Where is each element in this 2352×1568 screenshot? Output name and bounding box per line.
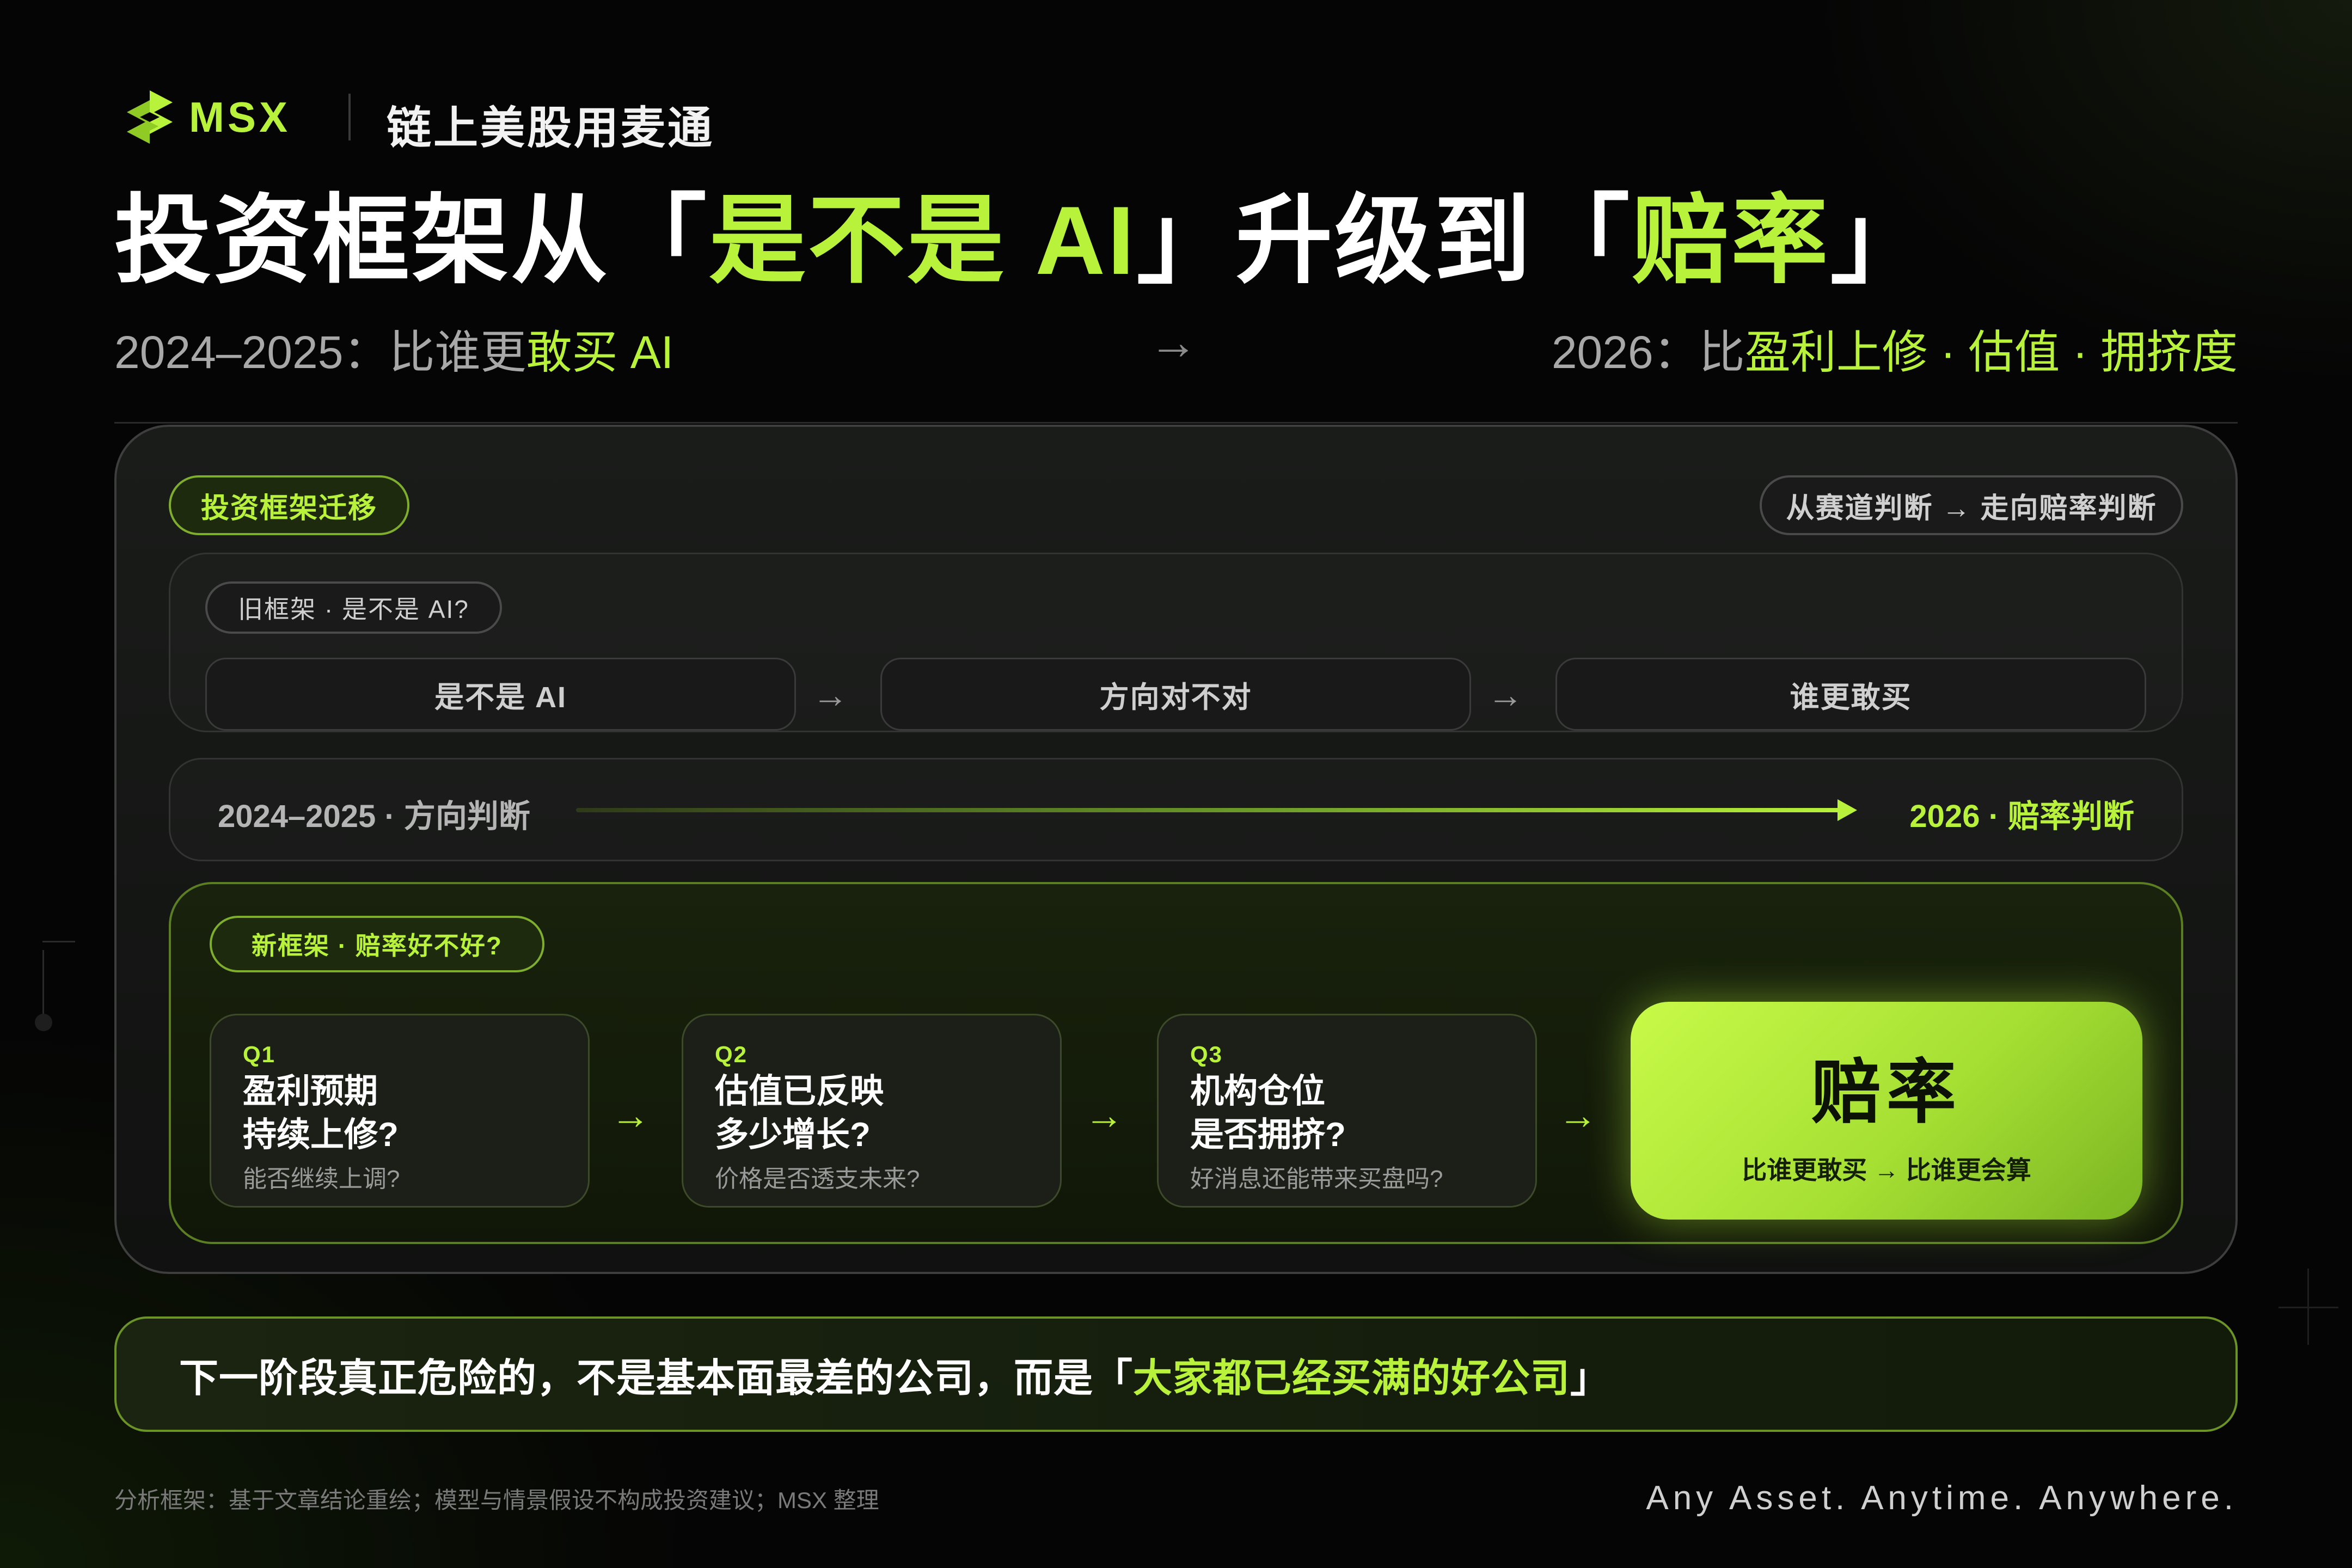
timeline-arrow-line (576, 808, 1845, 812)
old-framework-label: 旧框架 · 是不是 AI? (205, 581, 502, 634)
odds-result-card: 赔率 比谁更敢买 → 比谁更会算 (1631, 1002, 2142, 1220)
odds-subtitle: 比谁更敢买 → 比谁更会算 (1742, 1155, 2031, 1184)
question-tag: Q1 (243, 1042, 276, 1067)
brand-tagline: 链上美股用麦通 (387, 103, 715, 153)
old-step: 方向对不对 (880, 658, 1471, 731)
question-subtext: 价格是否透支未来? (715, 1166, 920, 1192)
card-right-badge: 从赛道判断 → 走向赔率判断 (1760, 475, 2183, 535)
insight-suffix: 」 (1570, 1356, 1610, 1400)
old-step: 谁更敢买 (1555, 658, 2146, 731)
key-insight-text: 下一阶段真正危险的，不是基本面最差的公司，而是「大家都已经买满的好公司」 (179, 1346, 1610, 1403)
footer-slogan: Any Asset. Anytime. Anywhere. (1646, 1479, 2238, 1517)
timeline-arrow-head-icon (1837, 799, 1857, 821)
arrow-right-icon: → (812, 675, 848, 715)
subtitle-left-prefix: 2024–2025：比谁更 (114, 327, 526, 378)
subtitle-right-prefix: 2026：比 (1551, 327, 1745, 378)
crosshair-decoration (2307, 1269, 2309, 1345)
title-highlight: 是不是 AI (709, 186, 1137, 295)
header-divider-line (114, 422, 2238, 424)
corner-decoration (42, 950, 44, 1021)
card-label-badge: 投资框架迁移 (169, 475, 409, 535)
question-tag: Q3 (1190, 1042, 1223, 1067)
title-part: 」 (1830, 186, 1930, 295)
subtitle-right: 2026：比盈利上修 · 估值 · 拥挤度 (1552, 316, 2238, 382)
title-part: 」升级到「 (1136, 186, 1632, 295)
title-part: 投资框架从「 (114, 186, 709, 295)
brand-logo: MSX (122, 87, 291, 147)
msx-s-logo-icon (127, 90, 173, 144)
question-title: 机构仓位 (1190, 1073, 1326, 1110)
question-title: 多少增长? (715, 1116, 871, 1154)
arrow-right-icon: → (611, 1094, 650, 1137)
question-title: 是否拥挤? (1190, 1116, 1346, 1154)
timeline-start-label: 2024–2025 · 方向判断 (218, 799, 530, 834)
odds-title: 赔率 (1811, 1053, 1962, 1131)
question-card: Q3 机构仓位 是否拥挤? 好消息还能带来买盘吗? (1157, 1014, 1537, 1208)
question-subtext: 好消息还能带来买盘吗? (1190, 1166, 1443, 1192)
arrow-right-icon: → (1085, 1094, 1124, 1137)
page-title: 投资框架从「是不是 AI」升级到「赔率」 (114, 185, 1929, 297)
arrow-right-icon: → (1487, 675, 1523, 715)
question-subtext: 能否继续上调? (243, 1166, 400, 1192)
subtitle-left: 2024–2025：比谁更敢买 AI (114, 316, 673, 382)
insight-highlight: 大家都已经买满的好公司 (1133, 1356, 1571, 1400)
title-highlight: 赔率 (1632, 186, 1830, 295)
new-framework-label: 新框架 · 赔率好不好? (210, 916, 544, 972)
question-tag: Q2 (715, 1042, 748, 1067)
timeline-end-label: 2026 · 赔率判断 (1909, 799, 2134, 834)
subtitle-right-highlight: 盈利上修 · 估值 · 拥挤度 (1744, 327, 2238, 378)
arrow-right-icon: → (1558, 1094, 1597, 1137)
corner-dot-decoration (35, 1014, 52, 1031)
corner-decoration (42, 941, 75, 942)
question-title: 估值已反映 (715, 1073, 884, 1110)
footer-disclaimer: 分析框架：基于文章结论重绘；模型与情景假设不构成投资建议；MSX 整理 (114, 1487, 879, 1513)
insight-prefix: 下一阶段真正危险的，不是基本面最差的公司，而是「 (179, 1356, 1134, 1400)
key-insight-banner: 下一阶段真正危险的，不是基本面最差的公司，而是「大家都已经买满的好公司」 (114, 1316, 2238, 1432)
old-step: 是不是 AI (205, 658, 796, 731)
question-card: Q2 估值已反映 多少增长? 价格是否透支未来? (682, 1014, 1062, 1208)
brand-name: MSX (189, 93, 291, 141)
question-title: 盈利预期 (243, 1073, 378, 1110)
question-title: 持续上修? (243, 1116, 399, 1154)
header-divider (348, 94, 351, 140)
subtitle-arrow-icon: → (1149, 315, 1198, 370)
question-card: Q1 盈利预期 持续上修? 能否继续上调? (210, 1014, 590, 1208)
subtitle-left-highlight: 敢买 AI (526, 327, 674, 378)
